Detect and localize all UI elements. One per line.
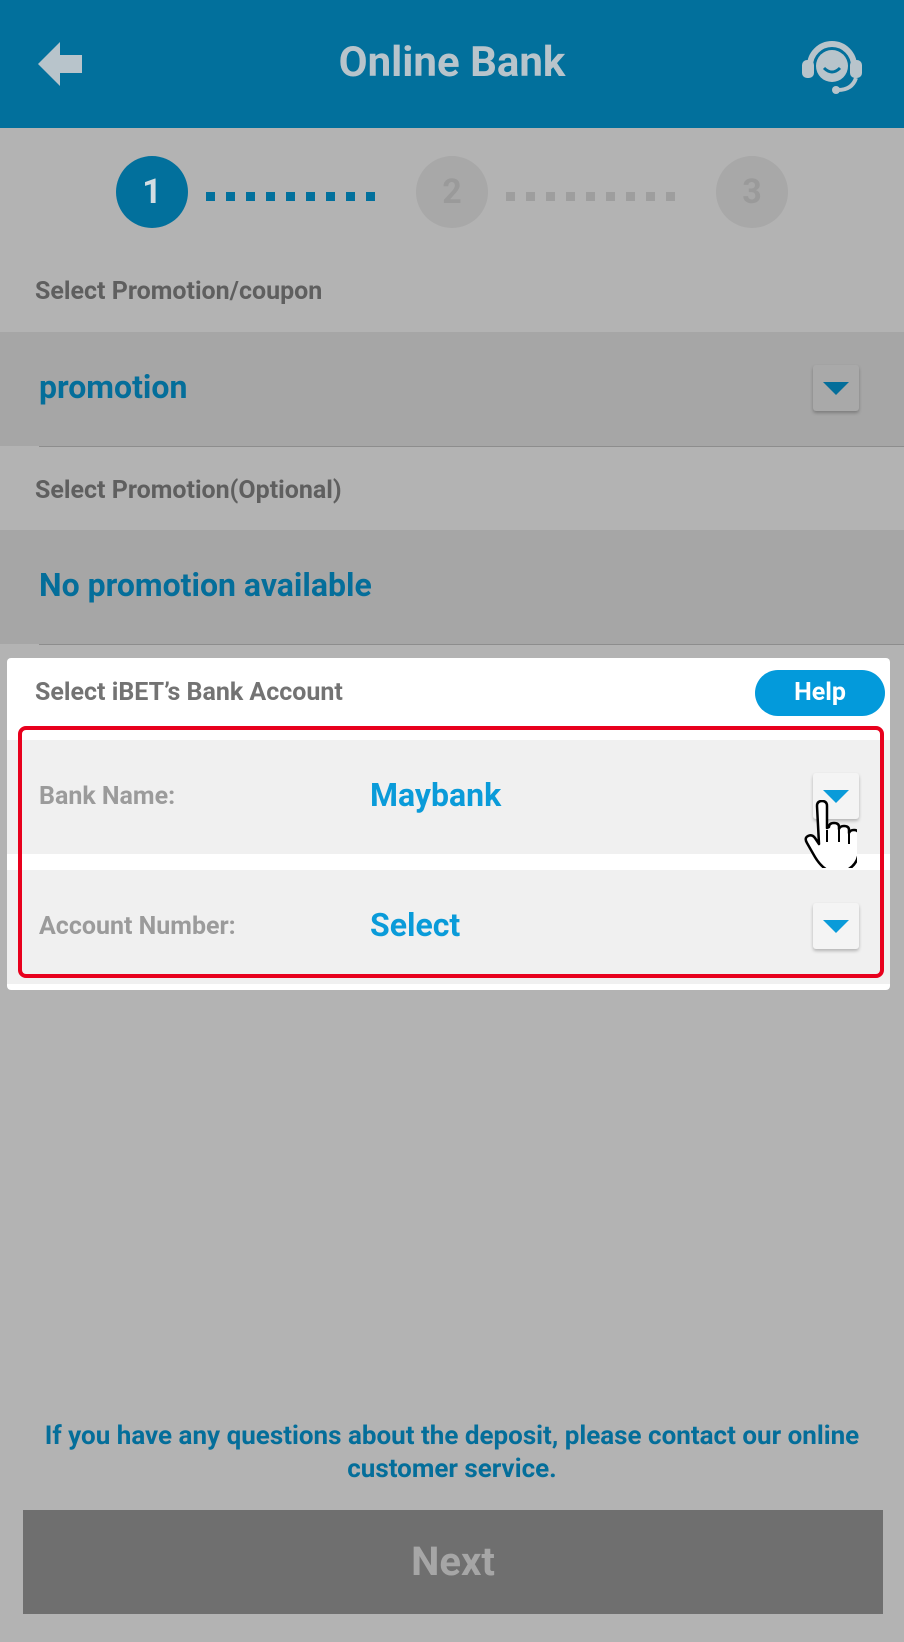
step-3: 3: [716, 156, 788, 228]
bank-account-title: Select iBET’s Bank Account: [35, 678, 343, 707]
promotion-dropdown-button[interactable]: [813, 365, 859, 411]
app-header: Online Bank: [0, 0, 904, 128]
step-connector-1-2: [206, 186, 386, 201]
promotion-coupon-value: promotion: [39, 368, 188, 406]
promotion-optional-label: Select Promotion(Optional): [35, 476, 342, 505]
customer-service-icon[interactable]: [798, 36, 866, 94]
hand-pointer-icon: [804, 800, 857, 868]
page-title: Online Bank: [338, 38, 566, 87]
promotion-optional-value: No promotion available: [39, 566, 372, 604]
chevron-down-icon: [823, 382, 849, 395]
divider: [39, 644, 904, 645]
step-indicator: 1 2 3: [0, 128, 904, 256]
promotion-coupon-select[interactable]: promotion: [0, 332, 904, 446]
divider: [39, 446, 904, 447]
highlight-frame: [18, 726, 884, 978]
promotion-optional-select[interactable]: No promotion available: [0, 530, 904, 644]
step-2: 2: [416, 156, 488, 228]
step-1: 1: [116, 156, 188, 228]
promotion-coupon-label: Select Promotion/coupon: [35, 277, 323, 306]
step-connector-2-3: [506, 186, 686, 201]
customer-service-note: If you have any questions about the depo…: [44, 1421, 860, 1484]
help-button[interactable]: Help: [755, 670, 885, 716]
next-button[interactable]: Next: [23, 1510, 883, 1614]
